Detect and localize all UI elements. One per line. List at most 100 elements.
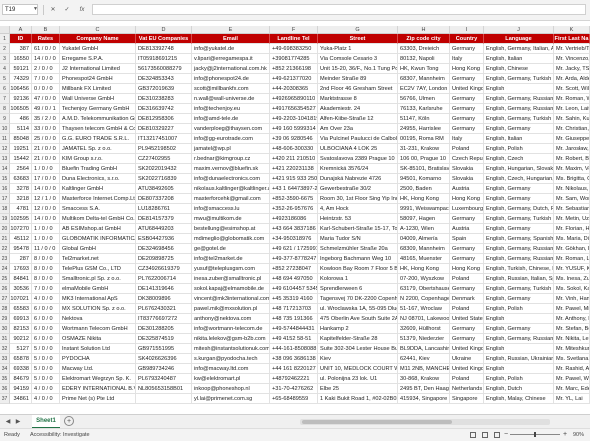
table-cell[interactable]: ge@gotel.de	[192, 244, 270, 254]
table-cell[interactable]: English, Czech	[484, 154, 554, 164]
table-cell[interactable]: Germany	[450, 104, 484, 114]
table-cell[interactable]: 68309, Mannheim	[398, 244, 450, 254]
row-number[interactable]: 14	[0, 164, 10, 174]
table-cell[interactable]: nikolaus.kaltlinger@kaltlinger.at	[192, 184, 270, 194]
table-cell[interactable]: 1 / 0 / 0	[32, 224, 60, 234]
table-cell[interactable]	[136, 394, 192, 404]
table-cell[interactable]: Spain	[450, 234, 484, 244]
table-cell[interactable]: Yuka-Platz 1	[318, 44, 398, 54]
table-cell[interactable]: info@phonespot24.de	[192, 74, 270, 84]
column-letter[interactable]: A	[10, 26, 32, 34]
table-cell[interactable]: Mr. Vertrieb/Team, Y	[554, 44, 590, 54]
accessibility-status[interactable]: Accessibility: Investigate	[30, 429, 90, 441]
table-cell[interactable]: 61 / 0 / 0	[32, 44, 60, 54]
table-cell[interactable]: 5 / 0 / 0	[32, 364, 60, 374]
table-cell[interactable]: bestellung@esimshop.at	[192, 224, 270, 234]
table-cell[interactable]: Netherlands	[450, 384, 484, 394]
table-cell[interactable]: 106505	[10, 104, 32, 114]
table-cell[interactable]: 84679	[10, 374, 32, 384]
table-cell[interactable]: 07-200, Wyszkow	[398, 274, 450, 284]
table-cell[interactable]: Mr. Pawel, Wegrzyn	[554, 374, 590, 384]
table-cell[interactable]: Bluefin Trading GmbH	[60, 164, 136, 174]
table-cell[interactable]: MK3 International ApS	[60, 294, 136, 304]
page-layout-icon[interactable]	[482, 432, 488, 438]
table-cell[interactable]: +39081774285	[270, 54, 318, 64]
table-cell[interactable]: +49-377-8778247	[270, 254, 318, 264]
cancel-icon[interactable]: ✕	[48, 5, 58, 15]
table-cell[interactable]: +49-5744844431	[270, 324, 318, 334]
table-cell[interactable]: +43 664 3837186	[270, 224, 318, 234]
table-cell[interactable]: 2 / 0 / 0	[32, 64, 60, 74]
row-number[interactable]: 24	[0, 264, 10, 274]
table-cell[interactable]: KIM Group s.r.o.	[60, 154, 136, 164]
table-cell[interactable]: 12 / 1 / 0	[32, 194, 60, 204]
table-cell[interactable]: HK, Hong Kong	[398, 194, 450, 204]
row-number[interactable]: 6	[0, 84, 10, 94]
table-cell[interactable]: r.bednar@kimgroup.cz	[192, 154, 270, 164]
table-cell[interactable]: 69913	[10, 314, 32, 324]
row-number[interactable]: 32	[0, 344, 10, 354]
row-number[interactable]: 36	[0, 384, 10, 394]
table-cell[interactable]: +352-26-957676	[270, 204, 318, 214]
header-cell[interactable]: Rates	[32, 34, 60, 44]
table-cell[interactable]: 6 / 0 / 0	[32, 324, 60, 334]
table-cell[interactable]: Italy	[450, 54, 484, 64]
table-cell[interactable]: Ms. Sokol, Kapaj	[554, 284, 590, 294]
table-cell[interactable]: Germany	[450, 74, 484, 84]
table-cell[interactable]: +43 1 64473897-20	[270, 184, 318, 194]
table-cell[interactable]: 65583	[10, 304, 32, 314]
table-cell[interactable]: 8 / 0 / 0	[32, 254, 60, 264]
table-cell[interactable]: EDERY INTERNATIONAL B.V.	[60, 384, 136, 394]
table-cell[interactable]: 30-868, Krakow	[398, 374, 450, 384]
table-cell[interactable]: elmaMobile GmbH	[60, 284, 136, 294]
table-cell[interactable]: 21 / 0 / 0	[32, 154, 60, 164]
table-cell[interactable]: DE209898725	[136, 254, 192, 264]
row-number[interactable]: 4	[0, 64, 10, 74]
table-cell[interactable]: 1 / 0 / 0	[32, 234, 60, 244]
table-cell[interactable]: CZ34926619379	[136, 264, 192, 274]
table-cell[interactable]: United Kingdom	[450, 344, 484, 354]
table-cell[interactable]: Mr. Pawel, Mik	[554, 304, 590, 314]
table-cell[interactable]: 47 / 0 / 0	[32, 94, 60, 104]
table-cell[interactable]: English, Chinese	[484, 64, 554, 74]
table-cell[interactable]: +49 160 5999314	[270, 124, 318, 134]
table-cell[interactable]: Am Over 23a	[318, 124, 398, 134]
table-cell[interactable]: Instant Solution Ltd	[60, 344, 136, 354]
table-cell[interactable]: +49 6104457 5345	[270, 284, 318, 294]
header-cell[interactable]: Vat EU Companies	[136, 34, 192, 44]
table-cell[interactable]: Mr. Metin, Uzun	[554, 214, 590, 224]
column-letter[interactable]: E	[192, 26, 270, 34]
table-cell[interactable]: Heintzstr. 53	[318, 214, 398, 224]
table-cell[interactable]: 51379, Niederzier	[398, 334, 450, 344]
table-cell[interactable]: Alfen-Kiibe-Straße 12	[318, 114, 398, 124]
table-cell[interactable]: 5 / 0 / 0	[32, 374, 60, 384]
table-cell[interactable]: Schmelzmühler Straße 20a	[318, 244, 398, 254]
table-cell[interactable]: English, Polish	[484, 304, 554, 314]
table-cell[interactable]: Mr. YL, Lai	[554, 394, 590, 404]
table-cell[interactable]: 82153	[10, 324, 32, 334]
table-cell[interactable]: +39 06 9280546	[270, 134, 318, 144]
table-cell[interactable]: 107270	[10, 224, 32, 234]
table-cell[interactable]: 486	[10, 114, 32, 124]
row-number[interactable]: 10	[0, 124, 10, 134]
table-cell[interactable]: English, Germany	[484, 124, 554, 134]
table-cell[interactable]: English, Italian	[484, 54, 554, 64]
header-cell[interactable]: Company Name	[60, 34, 136, 44]
table-cell[interactable]: +44 161 8220127	[270, 364, 318, 374]
table-cell[interactable]: +34-950318976	[270, 234, 318, 244]
table-cell[interactable]: 92136	[10, 94, 32, 104]
row-number[interactable]: 9	[0, 114, 10, 124]
row-number[interactable]: 28	[0, 304, 10, 314]
table-cell[interactable]: English, Polish	[484, 144, 554, 154]
table-cell[interactable]: Germany	[450, 44, 484, 54]
table-cell[interactable]: Mr. Florian, Hirsch	[554, 224, 590, 234]
table-cell[interactable]: Via Pulcinel Paulucci de Calboli 1	[318, 134, 398, 144]
table-cell[interactable]: +4917656354527	[270, 104, 318, 114]
add-sheet-icon[interactable]: +	[64, 416, 74, 426]
table-cell[interactable]: Mr. Nikolaus, Kaltlin	[554, 184, 590, 194]
table-cell[interactable]: 415934, Singapore	[398, 394, 450, 404]
table-cell[interactable]: 106 00, Prague 10	[398, 154, 450, 164]
table-cell[interactable]: Kapitelfelder-Straße 28	[318, 334, 398, 344]
table-cell[interactable]: mwu@multikom.de	[192, 214, 270, 224]
table-cell[interactable]: Mr. Leon, Laiterson	[554, 104, 590, 114]
